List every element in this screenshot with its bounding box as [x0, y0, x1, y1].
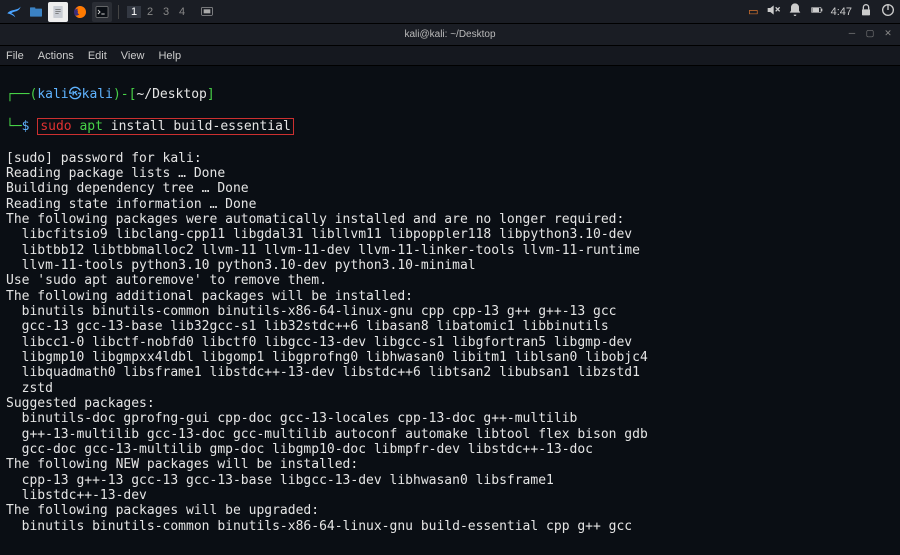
terminal-line: cpp-13 g++-13 gcc-13 gcc-13-base libgcc-… [6, 473, 894, 488]
lock-icon[interactable] [858, 2, 874, 21]
maximize-button[interactable]: ▢ [864, 27, 876, 39]
terminal-line: The following packages were automaticall… [6, 212, 894, 227]
terminal-line: binutils-doc gprofng-gui cpp-doc gcc-13-… [6, 411, 894, 426]
show-desktop-icon[interactable] [197, 2, 217, 22]
terminal-line: The following packages will be upgraded: [6, 503, 894, 518]
terminal-line: The following additional packages will b… [6, 289, 894, 304]
menu-help[interactable]: Help [158, 50, 181, 62]
terminal-line: Use 'sudo apt autoremove' to remove them… [6, 273, 894, 288]
terminal-line: gcc-doc gcc-13-multilib gmp-doc libgmp10… [6, 442, 894, 457]
prompt-line-2: └─$ sudo apt install build-essential [6, 118, 894, 135]
highlighted-command: sudo apt install build-essential [37, 118, 293, 135]
audio-muted-icon[interactable] [765, 2, 781, 21]
taskbar: 1 2 3 4 ▭ 4:47 [0, 0, 900, 24]
terminal-line: libgmp10 libgmpxx4ldbl libgomp1 libgprof… [6, 350, 894, 365]
menu-view[interactable]: View [121, 50, 145, 62]
terminal-line: llvm-11-tools python3.10 python3.10-dev … [6, 258, 894, 273]
workspace-2[interactable]: 2 [143, 6, 157, 18]
terminal-line: [sudo] password for kali: [6, 151, 894, 166]
terminal-line: g++-13-multilib gcc-13-doc gcc-multilib … [6, 427, 894, 442]
text-editor-icon[interactable] [48, 2, 68, 22]
terminal-line: binutils binutils-common binutils-x86-64… [6, 304, 894, 319]
battery-icon[interactable] [809, 2, 825, 21]
kali-menu-icon[interactable] [4, 2, 24, 22]
window-title: kali@kali: ~/Desktop [404, 29, 495, 40]
terminal-line: libquadmath0 libsframe1 libstdc++-13-dev… [6, 365, 894, 380]
terminal-line: libcc1-0 libctf-nobfd0 libctf0 libgcc-13… [6, 335, 894, 350]
terminal-line: The following NEW packages will be insta… [6, 457, 894, 472]
menu-file[interactable]: File [6, 50, 24, 62]
terminal-line: zstd [6, 381, 894, 396]
workspace-switcher[interactable]: 1 2 3 4 [127, 6, 189, 18]
terminal-line: libcfitsio9 libclang-cpp11 libgdal31 lib… [6, 227, 894, 242]
menubar: File Actions Edit View Help [0, 46, 900, 66]
terminal-line: binutils binutils-common binutils-x86-64… [6, 519, 894, 534]
workspace-4[interactable]: 4 [175, 6, 189, 18]
terminal-line: Reading package lists … Done [6, 166, 894, 181]
menu-edit[interactable]: Edit [88, 50, 107, 62]
minimize-button[interactable]: ─ [846, 27, 858, 39]
prompt-line-1: ┌──(kali㉿kali)-[~/Desktop] [6, 87, 894, 102]
terminal-line: Reading state information … Done [6, 197, 894, 212]
terminal-line: Suggested packages: [6, 396, 894, 411]
clock[interactable]: 4:47 [831, 6, 852, 18]
workspace-1[interactable]: 1 [127, 6, 141, 18]
files-icon[interactable] [26, 2, 46, 22]
power-icon[interactable] [880, 2, 896, 21]
workspace-3[interactable]: 3 [159, 6, 173, 18]
terminal-line: gcc-13 gcc-13-base lib32gcc-s1 lib32stdc… [6, 319, 894, 334]
taskbar-separator [118, 5, 119, 19]
terminal-line: Building dependency tree … Done [6, 181, 894, 196]
terminal-stdout: [sudo] password for kali:Reading package… [6, 151, 894, 534]
update-icon[interactable]: ▭ [748, 5, 758, 18]
close-button[interactable]: ✕ [882, 27, 894, 39]
terminal-taskbar-icon[interactable] [92, 2, 112, 22]
menu-actions[interactable]: Actions [38, 50, 74, 62]
system-tray: ▭ 4:47 [748, 2, 896, 21]
firefox-icon[interactable] [70, 2, 90, 22]
notifications-icon[interactable] [787, 2, 803, 21]
terminal-line: libstdc++-13-dev [6, 488, 894, 503]
terminal-output[interactable]: ┌──(kali㉿kali)-[~/Desktop] └─$ sudo apt … [0, 66, 900, 555]
window-titlebar[interactable]: kali@kali: ~/Desktop ─ ▢ ✕ [0, 24, 900, 46]
terminal-line: libtbb12 libtbbmalloc2 llvm-11 llvm-11-d… [6, 243, 894, 258]
